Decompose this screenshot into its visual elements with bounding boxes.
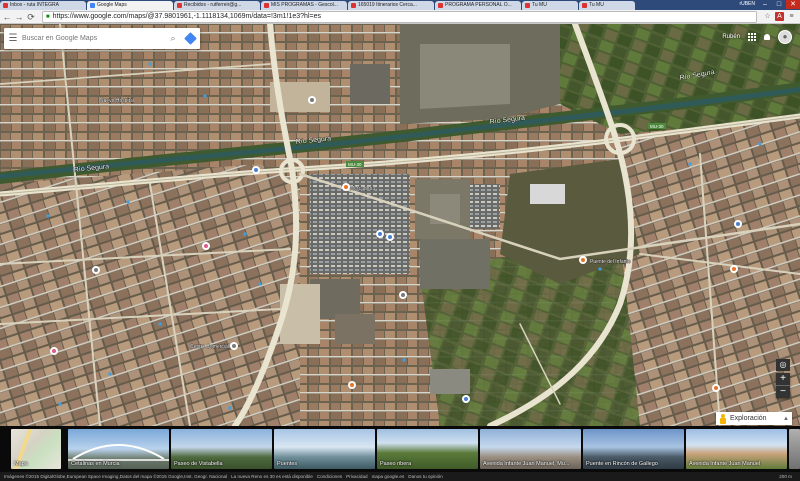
account-area: Rubén ● [722,30,792,44]
tab-favicon-icon [90,3,95,8]
hamburger-menu-icon[interactable]: ☰ [4,33,22,44]
privacy-link[interactable]: Privacidad [346,474,367,479]
photo-label: Puentes [277,461,298,467]
pegman-icon[interactable] [719,413,727,424]
photo-label: Paseo ribera [380,461,412,467]
copyright-text: Imágenes ©2015 DigitalGlobe,European Spa… [4,474,228,479]
photo-label: Mapa [14,461,28,467]
photo-thumbnail[interactable]: Paseo de Vistabella [171,429,272,469]
browser-tab[interactable]: Tu MU [522,1,578,10]
my-location-button[interactable]: ◎ [776,359,790,371]
address-bar[interactable]: ■ https://www.google.com/maps/@37.980196… [42,10,757,23]
window-controls: rUBEN – □ ✕ [736,0,800,10]
map-scale: 200 m [779,474,792,479]
notifications-icon[interactable] [764,34,770,40]
search-input[interactable] [22,35,166,42]
tab-favicon-icon [438,3,443,8]
explore-label: Exploración [730,415,767,422]
browser-tab[interactable]: MIS PROGRAMAS - Gescol... [261,1,347,10]
close-window-button[interactable]: ✕ [786,0,800,9]
avatar[interactable]: ● [778,30,792,44]
photo-thumbnail[interactable] [789,429,800,469]
location-icon: ◎ [779,360,787,369]
directions-button[interactable] [180,28,200,49]
explore-button[interactable]: Exploración ▲ [716,412,792,425]
apps-grid-icon[interactable] [748,33,756,41]
map-label-place: Nuevo Hospital [100,98,134,104]
tab-favicon-icon [525,3,530,8]
tab-favicon-icon [3,3,8,8]
tab-favicon-icon [351,3,356,8]
map-search-box: ☰ ⌕ [4,28,200,49]
minimize-button[interactable]: – [758,0,772,9]
photo-thumbnail[interactable]: Cetalinas en Murcia [68,429,169,469]
browser-tab-active[interactable]: Google Maps [87,1,173,10]
photo-thumbnail[interactable]: Paseo ribera [377,429,478,469]
zoom-in-button[interactable]: + [776,373,790,385]
reload-icon[interactable]: ⟳ [26,11,36,23]
search-icon[interactable]: ⌕ [166,33,180,44]
browser-tab[interactable]: 165019 Itinerarios Cerca... [348,1,434,10]
map-type-thumbnail[interactable]: Mapa [11,429,61,469]
map-label-highway: MU-30 [348,162,362,167]
status-link[interactable]: La nueva Reno es 30 es está disponible [231,474,313,479]
photo-thumbnail[interactable]: Avenida Infante Juan Manuel [686,429,787,469]
map-label-place: Mercadona [350,186,375,192]
browser-tab[interactable]: PROGRAMA PERSONAL O... [435,1,521,10]
zoom-control: + − [776,373,790,398]
zoom-out-button[interactable]: − [776,386,790,398]
tab-favicon-icon [177,3,182,8]
lock-icon: ■ [46,13,50,20]
back-arrow-icon[interactable]: ← [2,11,12,23]
photo-image [789,429,800,469]
browser-toolbar: ← → ⟳ ■ https://www.google.com/maps/@37.… [0,10,800,24]
maximize-button[interactable]: □ [772,0,786,9]
terms-link[interactable]: Condiciones [317,474,342,479]
tab-favicon-icon [582,3,587,8]
photo-label: Paseo de Vistabella [174,461,223,467]
pdf-extension-icon[interactable]: A [775,12,784,21]
map-label-highway: MU-30 [650,124,664,129]
photo-thumbnail[interactable]: Puente en Rincón de Gallego [583,429,684,469]
map-label-place: Puente del Infante [590,259,631,265]
forward-arrow-icon[interactable]: → [14,11,24,23]
toolbar-icons: ☆ A ≡ [763,12,796,21]
photo-thumbnail[interactable]: Avenida Infante Juan Manuel, Mu... [480,429,581,469]
browser-tab[interactable]: Inbox - ruta INTEGRA [0,1,86,10]
directions-icon [183,32,197,45]
window-user: rUBEN [739,1,755,7]
photo-thumbnail[interactable]: Puentes [274,429,375,469]
user-name[interactable]: Rubén [722,34,740,40]
feedback-link[interactable]: Danos tu opinión [408,474,442,479]
address-url: https://www.google.com/maps/@37.9801961,… [52,12,321,20]
star-icon[interactable]: ☆ [763,12,772,21]
photo-label: Avenida Infante Juan Manuel, Mu... [483,461,570,467]
domain-link[interactable]: mapa google.es [372,474,405,479]
map-imagery: Río Segura Río Segura Río Segura Río Seg… [0,24,800,426]
map-label-place: Centro Comercial [190,344,229,350]
photo-label: Puente en Rincón de Gallego [586,461,658,467]
tab-bar: Inbox - ruta INTEGRA Google Maps Recibid… [0,0,800,10]
photo-label: Cetalinas en Murcia [71,461,120,467]
browser-tab[interactable]: Tu MU [579,1,635,10]
satellite-map[interactable]: Río Segura Río Segura Río Segura Río Seg… [0,24,800,426]
photo-strip: Mapa Cetalinas en Murcia Paseo de Vistab… [0,426,800,472]
tab-favicon-icon [264,3,269,8]
browser-tab[interactable]: Recibidos - rutferreir@g... [174,1,260,10]
map-attribution-bar: Imágenes ©2015 DigitalGlobe,European Spa… [0,472,800,481]
menu-icon[interactable]: ≡ [787,12,796,21]
photo-label: Avenida Infante Juan Manuel [689,461,761,467]
chevron-up-icon: ▲ [783,415,789,422]
